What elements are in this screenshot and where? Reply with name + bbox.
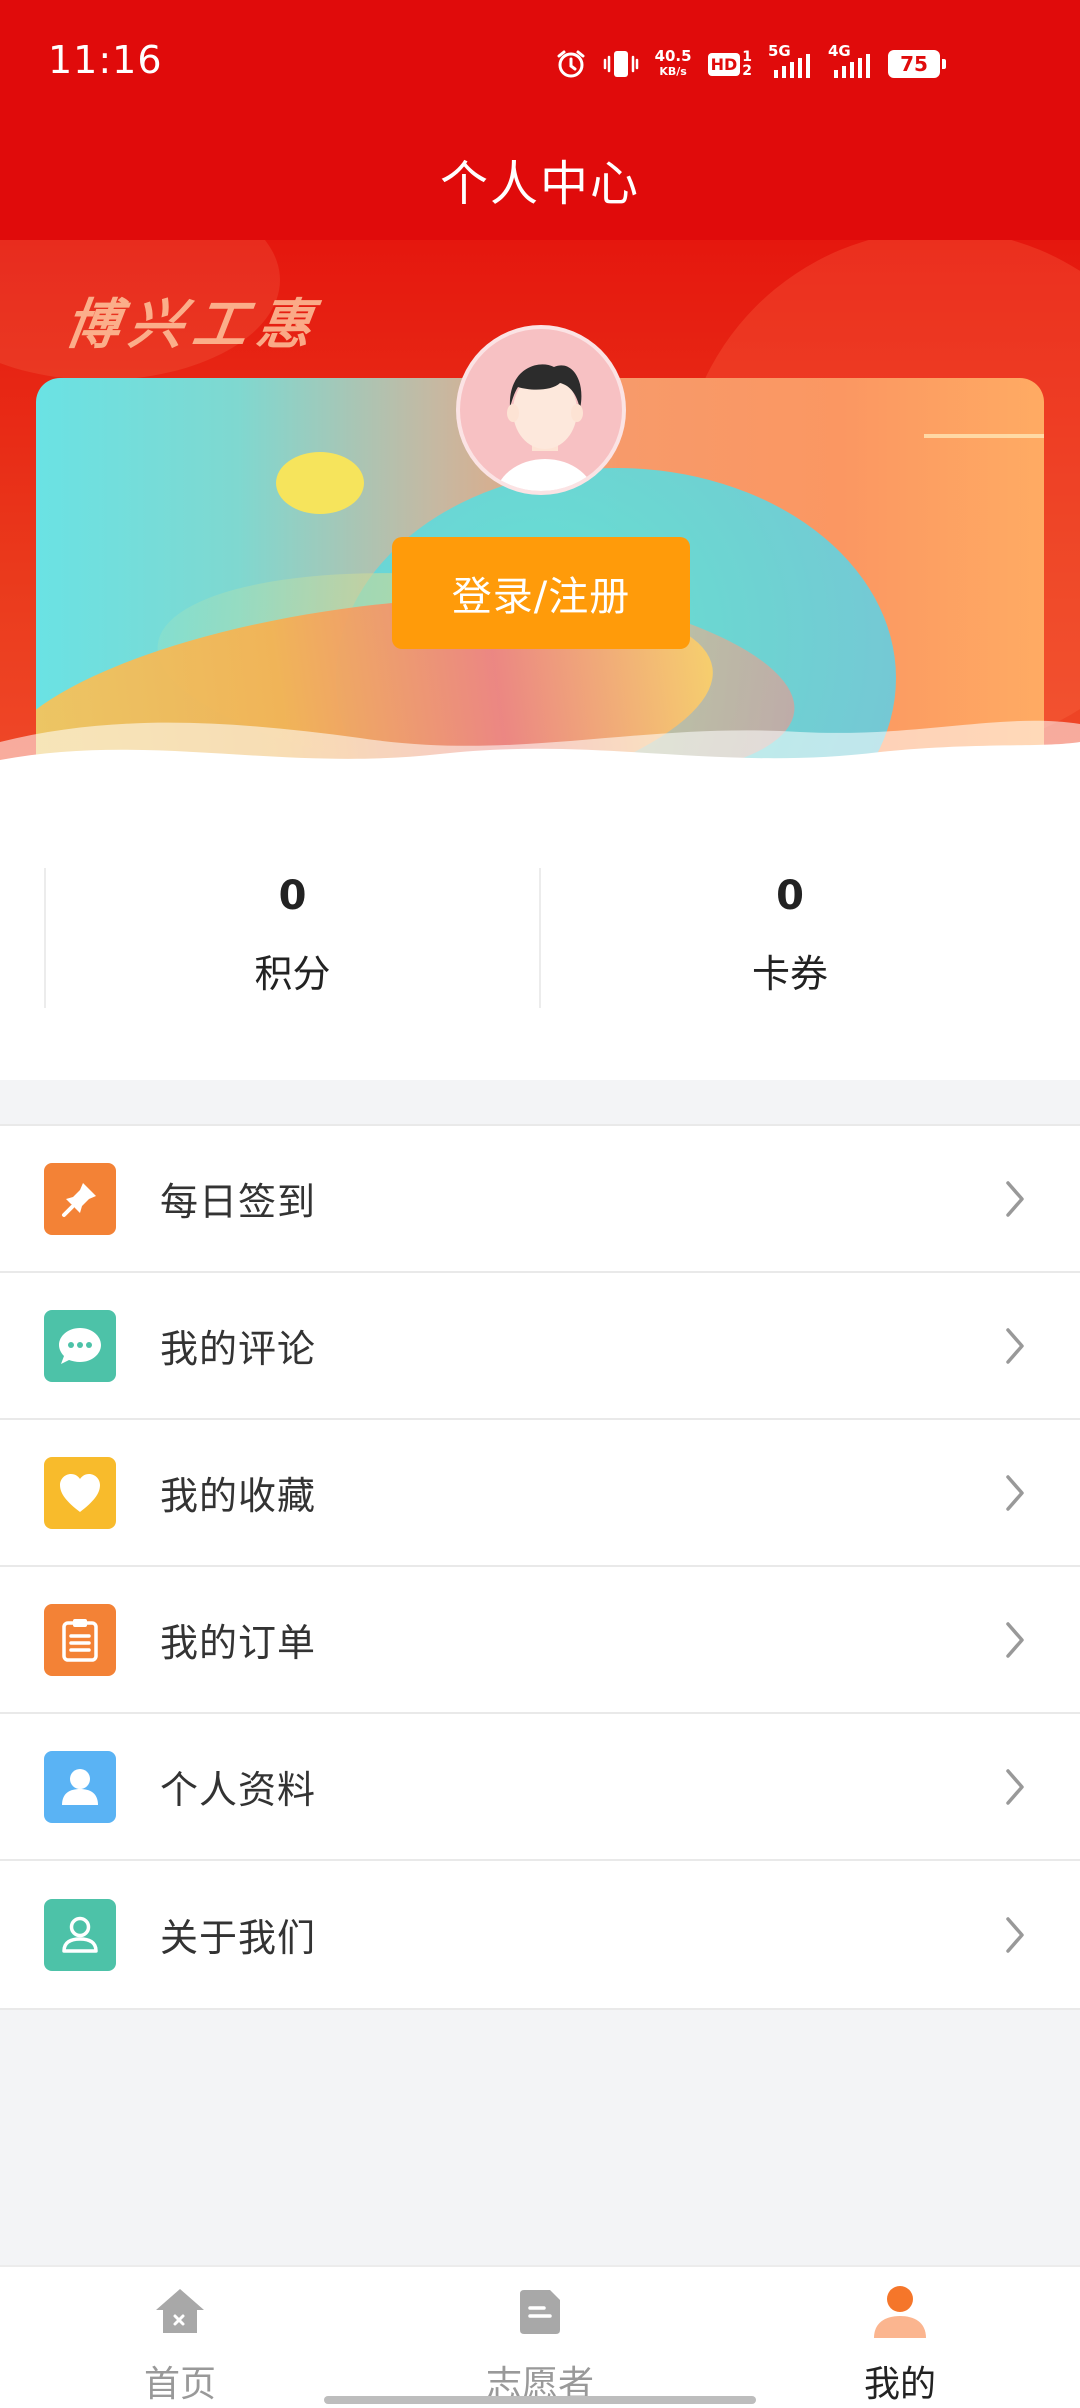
speed-unit: KB/s (659, 65, 687, 78)
chevron-right-icon (1000, 1618, 1030, 1662)
hd-icon: HD 1 2 (707, 49, 752, 79)
points-value: 0 (278, 873, 307, 919)
menu-item-label: 个人资料 (160, 1768, 317, 1812)
comment-icon (44, 1309, 116, 1382)
coupons-stat[interactable]: 0 卡券 (539, 868, 1039, 1008)
brand-logo-text: 博兴工惠 (60, 292, 326, 356)
banner-wave (0, 720, 1080, 800)
signal-5g-icon: 5G (768, 42, 812, 80)
status-time: 11:16 (48, 38, 163, 82)
status-bar: 11:16 40.5 KB/s HD 1 2 5G 4G 75 (0, 0, 1080, 128)
contact-icon (44, 1898, 116, 1971)
header-bar: 11:16 40.5 KB/s HD 1 2 5G 4G 75 个人中心 (0, 0, 1080, 240)
points-label: 积分 (254, 952, 331, 996)
network-speed: 40.5 KB/s (655, 49, 692, 79)
menu-item-my-favorites[interactable]: 我的收藏 (0, 1420, 1080, 1567)
menu-item-profile[interactable]: 个人资料 (0, 1714, 1080, 1861)
bottom-navigation: 首页 志愿者 我的 (0, 2265, 1080, 2408)
alarm-icon (555, 48, 587, 80)
menu-item-my-comments[interactable]: 我的评论 (0, 1273, 1080, 1420)
clipboard-icon (44, 1603, 116, 1676)
chevron-right-icon (1000, 1913, 1030, 1957)
menu-list: 每日签到 我的评论 我的收藏 我的订单 个人资料 关于我们 (0, 1124, 1080, 2010)
menu-item-daily-checkin[interactable]: 每日签到 (0, 1126, 1080, 1273)
menu-item-about-us[interactable]: 关于我们 (0, 1861, 1080, 2008)
card-illustration-sun (276, 452, 364, 514)
heart-icon (44, 1456, 116, 1529)
speed-value: 40.5 (654, 47, 692, 65)
personal-center-page: 11:16 40.5 KB/s HD 1 2 5G 4G 75 个人中心 博兴工… (0, 0, 1080, 2408)
nav-home[interactable]: 首页 (60, 2267, 300, 2408)
page-title: 个人中心 (439, 156, 640, 212)
chevron-right-icon (1000, 1765, 1030, 1809)
card-decoration-line (924, 434, 1044, 438)
chevron-right-icon (1000, 1324, 1030, 1368)
sim-1-label: 1 (742, 49, 752, 65)
points-stat[interactable]: 0 积分 (44, 868, 539, 1008)
net-4g-label: 4G (828, 42, 851, 60)
login-register-button[interactable]: 登录/注册 (392, 537, 690, 649)
home-indicator[interactable] (324, 2396, 756, 2404)
chevron-right-icon (1000, 1471, 1030, 1515)
volunteer-icon (510, 2283, 570, 2339)
menu-item-label: 我的订单 (160, 1621, 317, 1665)
avatar[interactable] (456, 325, 626, 495)
stats-panel: 0 积分 0 卡券 (0, 800, 1080, 1080)
signal-4g-icon: 4G (828, 42, 872, 80)
status-icons: 40.5 KB/s HD 1 2 5G 4G 75 (555, 42, 946, 84)
menu-item-label: 我的评论 (160, 1327, 317, 1371)
sim-2-label: 2 (742, 63, 752, 79)
battery-level: 75 (900, 52, 928, 76)
nav-mine[interactable]: 我的 (780, 2267, 1020, 2408)
person-icon (44, 1750, 116, 1823)
menu-item-my-orders[interactable]: 我的订单 (0, 1567, 1080, 1714)
nav-label: 首页 (143, 2364, 216, 2405)
chevron-right-icon (1000, 1177, 1030, 1221)
pin-icon (44, 1162, 116, 1235)
menu-item-label: 我的收藏 (160, 1474, 317, 1518)
menu-item-label: 关于我们 (160, 1916, 317, 1960)
profile-banner: 博兴工惠 (0, 240, 1080, 800)
hd-label: HD (707, 52, 741, 76)
mine-icon (870, 2283, 930, 2339)
battery-icon: 75 (888, 50, 946, 78)
vibrate-icon (603, 48, 639, 80)
nav-volunteer[interactable]: 志愿者 (420, 2267, 660, 2408)
coupons-value: 0 (776, 873, 804, 919)
coupons-label: 卡券 (751, 952, 828, 996)
menu-item-label: 每日签到 (160, 1180, 317, 1224)
home-icon (150, 2283, 210, 2339)
nav-label: 我的 (863, 2364, 936, 2405)
net-5g-label: 5G (768, 42, 791, 60)
default-avatar-icon (496, 364, 594, 491)
